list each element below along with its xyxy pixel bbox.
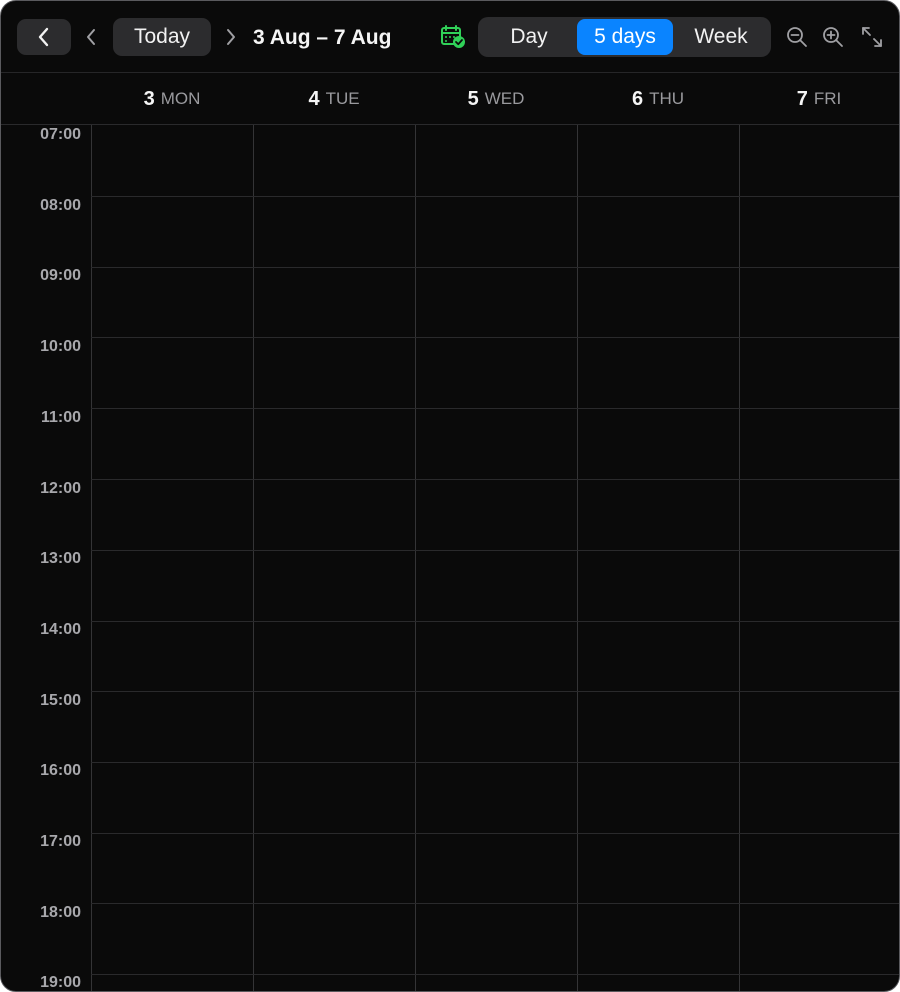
time-label: 10:00 (40, 338, 81, 355)
day-name: WED (484, 89, 525, 108)
view-mode-day[interactable]: Day (482, 19, 576, 55)
time-label: 18:00 (40, 904, 81, 921)
day-header-thu[interactable]: 6 THU (577, 74, 739, 124)
day-name: THU (649, 89, 685, 108)
calendar-picker-button[interactable] (437, 21, 469, 53)
time-label: 14:00 (40, 621, 81, 638)
day-header-tue[interactable]: 4 TUE (253, 74, 415, 124)
today-button[interactable]: Today (113, 18, 211, 56)
day-header-wed[interactable]: 5 WED (415, 74, 577, 124)
time-label: 09:00 (40, 267, 81, 284)
chevron-left-icon (37, 27, 51, 47)
time-label: 13:00 (40, 550, 81, 567)
back-button[interactable] (17, 19, 71, 55)
day-header-row: 3 MON 4 TUE 5 WED 6 THU 7 FRI (1, 74, 899, 125)
view-mode-selector: Day 5 days Week (478, 17, 771, 57)
date-range-title: 3 Aug – 7 Aug (253, 26, 392, 49)
column-divider (91, 125, 92, 991)
next-range-button[interactable] (219, 21, 243, 53)
hour-divider (91, 833, 899, 834)
view-mode-week[interactable]: Week (675, 19, 767, 55)
hour-divider (91, 337, 899, 338)
time-grid: 07:00 08:00 09:00 10:00 11:00 12:00 13:0… (1, 125, 899, 991)
time-label: 16:00 (40, 762, 81, 779)
time-label: 17:00 (40, 833, 81, 850)
zoom-in-button[interactable] (818, 21, 848, 53)
chevron-left-icon (85, 27, 97, 47)
chevron-right-icon (225, 27, 237, 47)
day-column-fri[interactable] (740, 125, 899, 991)
day-column-tue[interactable] (254, 125, 415, 991)
time-label: 15:00 (40, 692, 81, 709)
time-label: 07:00 (40, 126, 81, 143)
day-number: 7 (796, 87, 808, 110)
hour-divider (91, 408, 899, 409)
hour-divider (91, 621, 899, 622)
previous-range-button[interactable] (79, 21, 103, 53)
day-number: 5 (467, 87, 479, 110)
day-column-wed[interactable] (416, 125, 577, 991)
view-mode-5-days[interactable]: 5 days (577, 19, 673, 55)
time-label: 12:00 (40, 480, 81, 497)
expand-icon (860, 25, 884, 49)
day-header-mon[interactable]: 3 MON (91, 74, 253, 124)
hour-divider (91, 903, 899, 904)
toolbar: Today 3 Aug – 7 Aug Day 5 days Week (1, 1, 899, 73)
day-number: 4 (308, 87, 320, 110)
column-divider (577, 125, 578, 991)
zoom-out-icon (785, 25, 809, 49)
time-label: 11:00 (40, 409, 81, 426)
column-divider (253, 125, 254, 991)
hour-divider (91, 974, 899, 975)
column-divider (415, 125, 416, 991)
hour-divider (91, 762, 899, 763)
day-name: MON (160, 89, 201, 108)
hour-divider (91, 267, 899, 268)
day-number: 3 (143, 87, 155, 110)
day-header-fri[interactable]: 7 FRI (739, 74, 899, 124)
zoom-in-icon (821, 25, 845, 49)
day-name: TUE (325, 89, 360, 108)
calendar-check-icon (440, 25, 466, 49)
time-label: 08:00 (40, 197, 81, 214)
calendar-window: Today 3 Aug – 7 Aug Day 5 days Week 3 MO… (0, 0, 900, 992)
zoom-out-button[interactable] (782, 21, 812, 53)
day-column-thu[interactable] (578, 125, 739, 991)
column-divider (739, 125, 740, 991)
expand-button[interactable] (857, 21, 887, 53)
day-name: FRI (813, 89, 842, 108)
day-number: 6 (631, 87, 644, 110)
hour-divider (91, 691, 899, 692)
hour-divider (91, 550, 899, 551)
day-column-mon[interactable] (92, 125, 253, 991)
hour-divider (91, 479, 899, 480)
time-label: 19:00 (40, 974, 81, 991)
hour-divider (91, 196, 899, 197)
